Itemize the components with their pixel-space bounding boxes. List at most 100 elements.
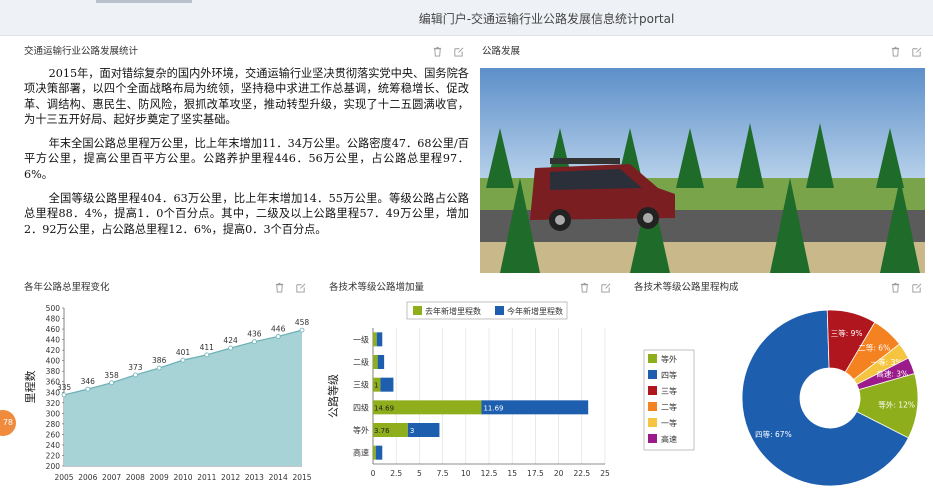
y-tick-label: 460 bbox=[46, 325, 61, 334]
legend-swatch bbox=[648, 386, 657, 395]
data-point bbox=[133, 372, 138, 378]
legend-entry: 二等 bbox=[648, 402, 677, 412]
grade-growth-chart: 去年新增里程数 今年新增里程数 0 2.5 5 7.5 10 12.5 15 17.5 20 22.5… bbox=[326, 301, 610, 478]
legend-swatch bbox=[648, 354, 657, 363]
x-tick-label: 25 bbox=[600, 469, 610, 478]
data-point bbox=[180, 357, 186, 363]
legend-swatch bbox=[648, 370, 657, 379]
photo-panel-title: 公路发展 bbox=[482, 46, 521, 57]
y-tick-label: 高速 bbox=[353, 448, 369, 458]
x-tick-label: 2.5 bbox=[390, 469, 402, 478]
y-tick-label: 200 bbox=[46, 462, 61, 471]
y-tick-label: 二级 bbox=[353, 357, 369, 367]
data-point bbox=[275, 334, 281, 339]
grade-growth-title: 各技术等级公路增加量 bbox=[329, 282, 425, 293]
active-tab-indicator[interactable] bbox=[96, 0, 192, 3]
bar bbox=[373, 445, 376, 460]
legend-swatch bbox=[648, 418, 657, 427]
bar bbox=[373, 355, 378, 369]
x-tick-label: 2008 bbox=[126, 473, 145, 482]
data-label: 3.76 bbox=[374, 427, 390, 435]
slice-label: 三等: 9% bbox=[831, 328, 863, 338]
legend-entry: 一等 bbox=[648, 418, 677, 428]
y-tick-label: 500 bbox=[46, 304, 61, 313]
x-tick-label: 2014 bbox=[269, 473, 288, 482]
legend-entry: 去年新增里程数 bbox=[413, 306, 481, 316]
legend-label: 二等 bbox=[661, 402, 677, 412]
legend-entry: 高速 bbox=[648, 434, 677, 444]
intro-paragraph: 年末全国公路总里程万公里，比上年末增加11．34万公里。公路密度47．68公里/… bbox=[24, 137, 469, 181]
top-bar: 编辑门户-交通运输行业公路发展信息统计portal bbox=[0, 0, 933, 36]
x-tick-label: 22.5 bbox=[573, 469, 590, 478]
legend-entry: 三等 bbox=[648, 386, 677, 396]
legend-entry: 四等 bbox=[648, 370, 677, 380]
legend-label: 一等 bbox=[661, 418, 677, 428]
x-tick-label: 2015 bbox=[292, 473, 311, 482]
grade-share-title: 各技术等级公路里程构成 bbox=[634, 282, 739, 293]
y-tick-label: 240 bbox=[46, 441, 61, 450]
legend-label: 四等 bbox=[661, 370, 677, 380]
photo-panel: 公路发展 bbox=[478, 42, 928, 66]
legend-entry: 等外 bbox=[648, 354, 677, 364]
trash-icon[interactable] bbox=[274, 282, 285, 293]
legend-swatch bbox=[495, 306, 504, 315]
data-label: 1 bbox=[374, 382, 378, 390]
data-label: 401 bbox=[176, 348, 191, 357]
y-tick-label: 440 bbox=[46, 336, 61, 345]
total-mileage-title: 各年公路总里程变化 bbox=[24, 282, 110, 293]
legend-label: 今年新增里程数 bbox=[507, 306, 563, 316]
edit-icon[interactable] bbox=[453, 46, 464, 57]
bar bbox=[380, 377, 394, 392]
data-point bbox=[228, 345, 234, 351]
slice-label: 等外: 12% bbox=[878, 399, 915, 409]
legend-label: 去年新增里程数 bbox=[425, 306, 481, 316]
data-point bbox=[156, 365, 162, 371]
edit-icon[interactable] bbox=[911, 46, 922, 57]
x-tick-label: 2007 bbox=[102, 473, 121, 482]
data-point bbox=[109, 380, 114, 386]
y-tick-label: 480 bbox=[46, 315, 61, 324]
x-tick-label: 5 bbox=[417, 469, 422, 478]
data-label: 386 bbox=[152, 356, 167, 365]
data-label: 424 bbox=[223, 336, 238, 345]
window-title: 编辑门户-交通运输行业公路发展信息统计portal bbox=[418, 12, 675, 26]
legend-label: 高速 bbox=[661, 434, 677, 444]
data-label: 14.69 bbox=[374, 404, 394, 412]
legend-swatch bbox=[648, 434, 657, 443]
x-tick-label: 17.5 bbox=[527, 469, 544, 478]
y-tick-label: 四级 bbox=[353, 402, 369, 412]
bar bbox=[376, 332, 383, 347]
intro-paragraph: 2015年，面对错综复杂的国内外环境，交通运输行业坚决贯彻落实党中央、国务院各项… bbox=[24, 67, 469, 126]
data-label: 373 bbox=[128, 363, 143, 372]
edit-icon[interactable] bbox=[600, 282, 611, 293]
edit-icon[interactable] bbox=[911, 282, 922, 293]
trash-icon[interactable] bbox=[890, 282, 901, 293]
y-tick-label: 一级 bbox=[353, 334, 369, 344]
x-tick-label: 2012 bbox=[221, 473, 240, 482]
trash-icon[interactable] bbox=[432, 46, 443, 57]
bar bbox=[375, 445, 383, 460]
data-label: 458 bbox=[295, 318, 310, 327]
data-label: 335 bbox=[57, 383, 72, 392]
x-tick-label: 0 bbox=[371, 469, 376, 478]
y-tick-label: 320 bbox=[46, 399, 61, 408]
legend-entry: 今年新增里程数 bbox=[495, 306, 563, 316]
x-tick-label: 2010 bbox=[173, 473, 192, 482]
legend-label: 等外 bbox=[661, 354, 677, 364]
data-point bbox=[299, 327, 305, 333]
y-tick-label: 等外 bbox=[353, 425, 369, 435]
slice-label: 四等: 67% bbox=[755, 429, 792, 439]
x-tick-label: 2006 bbox=[78, 473, 97, 482]
trash-icon[interactable] bbox=[890, 46, 901, 57]
x-tick-label: 12.5 bbox=[481, 469, 498, 478]
trash-icon[interactable] bbox=[579, 282, 590, 293]
edit-icon[interactable] bbox=[295, 282, 306, 293]
y-tick-label: 280 bbox=[46, 420, 61, 429]
floating-badge[interactable]: 78 bbox=[0, 410, 16, 436]
data-label: 446 bbox=[271, 324, 286, 333]
x-tick-label: 2011 bbox=[197, 473, 216, 482]
road-photo bbox=[480, 68, 925, 273]
x-tick-label: 2005 bbox=[54, 473, 73, 482]
data-label: 358 bbox=[104, 371, 119, 380]
x-tick-label: 2009 bbox=[150, 473, 169, 482]
